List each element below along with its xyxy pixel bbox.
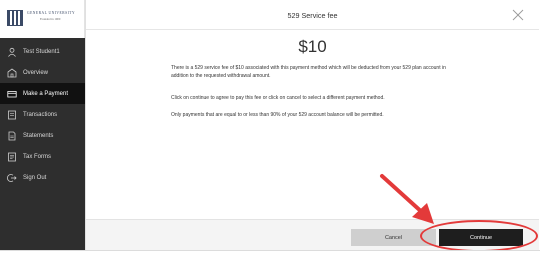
fee-amount: $10: [298, 37, 327, 56]
sidebar-item-sign-out[interactable]: Sign Out: [0, 167, 85, 188]
sidebar-item-label: Statements: [23, 132, 54, 139]
sidebar-item-label: Test Student1: [23, 48, 60, 55]
sidebar-item-label: Tax Forms: [23, 153, 52, 160]
highlight-ring: [420, 220, 538, 252]
logo-subtitle: Founded in 1900: [40, 17, 61, 21]
window-bottom-edge: [0, 250, 540, 255]
service-fee-modal: 529 Service fee $10 There is a 529 servi…: [85, 0, 539, 250]
tax-forms-icon: [7, 152, 17, 162]
transactions-icon: [7, 110, 17, 120]
sidebar-item-overview[interactable]: Overview: [0, 62, 85, 83]
sidebar-item-profile[interactable]: Test Student1: [0, 41, 85, 62]
sign-out-icon: [7, 173, 17, 183]
logo-emblem: [7, 10, 23, 26]
payment-icon: [7, 89, 17, 99]
university-logo: GENERAL UNIVERSITY Founded in 1900: [0, 0, 85, 38]
continue-instructions: Click on continue to agree to pay this f…: [171, 95, 385, 101]
statements-icon: [7, 131, 17, 141]
sidebar-item-label: Make a Payment: [23, 90, 69, 97]
sidebar-item-tax-forms[interactable]: Tax Forms: [0, 146, 85, 167]
fee-description: There is a 529 service fee of $10 associ…: [171, 65, 446, 80]
close-icon[interactable]: [512, 8, 524, 21]
sidebar-item-label: Transactions: [23, 111, 58, 118]
sidebar-item-statements[interactable]: Statements: [0, 125, 85, 146]
sidebar-item-label: Overview: [23, 69, 49, 76]
balance-limit-note: Only payments that are equal to or less …: [171, 112, 384, 118]
header-divider: [86, 29, 539, 30]
user-icon: [7, 47, 17, 57]
overview-icon: [7, 68, 17, 78]
sidebar-item-transactions[interactable]: Transactions: [0, 104, 85, 125]
logo-name: GENERAL UNIVERSITY: [27, 11, 76, 15]
sidebar: GENERAL UNIVERSITY Founded in 1900 Test …: [0, 0, 85, 250]
sidebar-item-label: Sign Out: [23, 174, 47, 181]
sidebar-item-make-a-payment[interactable]: Make a Payment: [0, 83, 85, 104]
sidebar-nav: Test Student1 Overview Make a Payment Tr…: [0, 41, 85, 188]
modal-title: 529 Service fee: [287, 11, 338, 20]
